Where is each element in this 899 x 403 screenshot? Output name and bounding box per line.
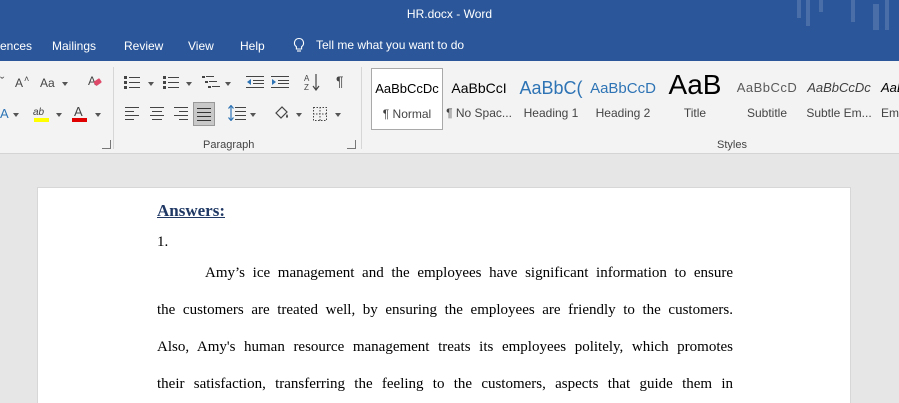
style-preview: AaBbCcDc	[807, 80, 871, 95]
sort-icon[interactable]: A Z	[304, 73, 320, 91]
paragraph-line-3: Also, Amy's human resource management tr…	[157, 339, 733, 355]
multilevel-list-icon[interactable]	[202, 75, 220, 89]
tab-mailings[interactable]: Mailings	[52, 39, 96, 53]
group-separator	[361, 67, 362, 149]
shrink-font-button[interactable]: ˇ	[0, 75, 4, 89]
answers-heading: Answers:	[157, 201, 225, 220]
svg-text:A: A	[88, 74, 96, 88]
svg-text:A: A	[304, 74, 310, 83]
style-name: ¶ No Spac...	[446, 106, 512, 120]
change-case-dropdown[interactable]	[62, 82, 68, 86]
font-color-glyph: A	[74, 104, 83, 119]
tell-me-text: Tell me what you want to do	[316, 38, 465, 52]
style-name: Heading 1	[523, 106, 579, 120]
change-case-button[interactable]: Aa	[40, 76, 55, 90]
multilevel-list-dropdown[interactable]	[225, 82, 231, 86]
highlight-dropdown[interactable]	[56, 113, 62, 117]
style-name: Subtitle	[746, 106, 788, 120]
paragraph-group-label: Paragraph	[203, 139, 255, 151]
style-emphasis[interactable]: AaBl Em	[875, 68, 899, 130]
highlight-glyph: ab	[33, 107, 45, 118]
style-preview: AaBbC(	[519, 78, 583, 98]
list-number: 1.	[157, 234, 169, 250]
font-color-icon[interactable]: A	[71, 104, 89, 124]
grow-font-caret: ˄	[24, 74, 30, 84]
group-separator	[113, 67, 114, 149]
align-left-icon[interactable]	[125, 107, 139, 120]
text-effects-button[interactable]: A	[0, 107, 9, 121]
style-no-spacing[interactable]: AaBbCcI ¶ No Spac...	[443, 68, 515, 130]
clear-formatting-icon[interactable]: A	[87, 73, 103, 89]
style-preview: AaBbCcD	[736, 80, 798, 95]
highlight-icon[interactable]: ab	[32, 104, 52, 124]
paragraph-line-1: Amy’s ice management and the employees h…	[205, 265, 733, 281]
window-title: HR.docx - Word	[406, 7, 493, 21]
styles-group-label: Styles	[717, 139, 747, 151]
style-heading-1[interactable]: AaBbC( Heading 1	[515, 68, 587, 130]
style-name: Subtle Em...	[806, 106, 872, 120]
style-normal[interactable]: AaBbCcDc ¶ Normal	[371, 68, 443, 130]
style-heading-2[interactable]: AaBbCcD Heading 2	[587, 68, 659, 130]
grow-font-button[interactable]: A	[15, 76, 23, 90]
style-name: Heading 2	[595, 106, 651, 120]
style-preview: AaBbCcD	[590, 80, 656, 97]
styles-gallery: AaBbCcDc ¶ Normal AaBbCcI ¶ No Spac... A…	[370, 68, 899, 130]
font-dialog-launcher[interactable]	[102, 140, 111, 149]
style-preview: AaBl	[881, 80, 899, 95]
numbering-dropdown[interactable]	[186, 82, 192, 86]
justify-button[interactable]	[193, 102, 215, 126]
show-formatting-marks-icon[interactable]: ¶	[336, 74, 344, 88]
style-name: Em	[881, 106, 899, 120]
line-spacing-dropdown[interactable]	[250, 113, 256, 117]
paragraph-dialog-launcher[interactable]	[347, 140, 356, 149]
numbering-icon[interactable]	[163, 75, 179, 89]
bullets-dropdown[interactable]	[148, 82, 154, 86]
line-spacing-icon[interactable]	[228, 105, 246, 121]
style-name: ¶ Normal	[382, 107, 432, 121]
shading-icon[interactable]	[273, 104, 291, 122]
align-right-icon[interactable]	[174, 107, 188, 120]
paragraph-line-4: their satisfaction, transferring the fee…	[157, 376, 733, 392]
text-effects-dropdown[interactable]	[13, 113, 19, 117]
style-name: Title	[683, 106, 707, 120]
style-preview: AaB	[668, 69, 722, 100]
tab-view[interactable]: View	[188, 39, 214, 53]
justify-icon	[197, 108, 211, 121]
font-color-dropdown[interactable]	[95, 113, 101, 117]
style-subtle-emphasis[interactable]: AaBbCcDc Subtle Em...	[803, 68, 875, 130]
svg-text:Z: Z	[304, 83, 309, 91]
title-bar: HR.docx - Word	[0, 0, 899, 30]
tab-help[interactable]: Help	[240, 39, 265, 53]
borders-icon[interactable]	[313, 107, 327, 121]
style-subtitle[interactable]: AaBbCcD Subtitle	[731, 68, 803, 130]
ribbon-tabs: ences Mailings Review View Help Tell me …	[0, 30, 899, 61]
align-center-icon[interactable]	[150, 107, 164, 120]
decrease-indent-icon[interactable]	[246, 75, 264, 89]
paragraph-line-2: the customers are treated well, by ensur…	[157, 302, 733, 318]
tab-review[interactable]: Review	[124, 39, 163, 53]
ribbon: ˇ A ˄ Aa A A ab A A Z ¶ Paragraph AaBbCc…	[0, 61, 899, 154]
style-preview: AaBbCcDc	[375, 81, 439, 96]
borders-dropdown[interactable]	[335, 113, 341, 117]
style-preview: AaBbCcI	[451, 80, 507, 96]
increase-indent-icon[interactable]	[271, 75, 289, 89]
lightbulb-icon	[293, 37, 305, 52]
document-page[interactable]: Answers: 1. Amy’s ice management and the…	[37, 187, 851, 403]
bullets-icon[interactable]	[124, 75, 140, 89]
tab-references[interactable]: ences	[0, 39, 32, 53]
tell-me-box[interactable]: Tell me what you want to do	[292, 37, 464, 53]
style-title[interactable]: AaB Title	[659, 68, 731, 130]
shading-dropdown[interactable]	[296, 113, 302, 117]
title-bar-decoration	[797, 0, 889, 30]
